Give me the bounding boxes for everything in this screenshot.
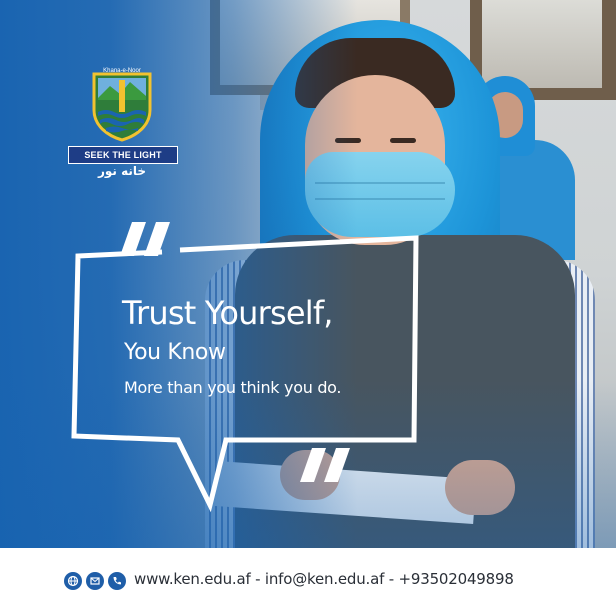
shield-icon <box>92 72 152 142</box>
quote-line-2: You Know <box>124 340 226 365</box>
contact-text: www.ken.edu.af - info@ken.edu.af - +9350… <box>134 570 514 588</box>
urdu-name: خانه نور <box>97 164 147 178</box>
quote-line-1: Trust Yourself, <box>122 294 333 332</box>
poster: Khana-e-Noor SEEK THE LIGHT خانه نور Tru… <box>0 0 616 616</box>
globe-icon <box>64 572 82 590</box>
tagline-ribbon: SEEK THE LIGHT <box>68 146 178 164</box>
email-icon <box>86 572 104 590</box>
contact-footer: www.ken.edu.af - info@ken.edu.af - +9350… <box>0 548 616 616</box>
contact-icons <box>64 572 126 590</box>
quote-line-3: More than you think you do. <box>124 378 342 397</box>
phone-icon <box>108 572 126 590</box>
school-logo: Khana-e-Noor SEEK THE LIGHT خانه نور <box>66 68 186 190</box>
logo-top-text: Khana-e-Noor <box>103 68 141 74</box>
